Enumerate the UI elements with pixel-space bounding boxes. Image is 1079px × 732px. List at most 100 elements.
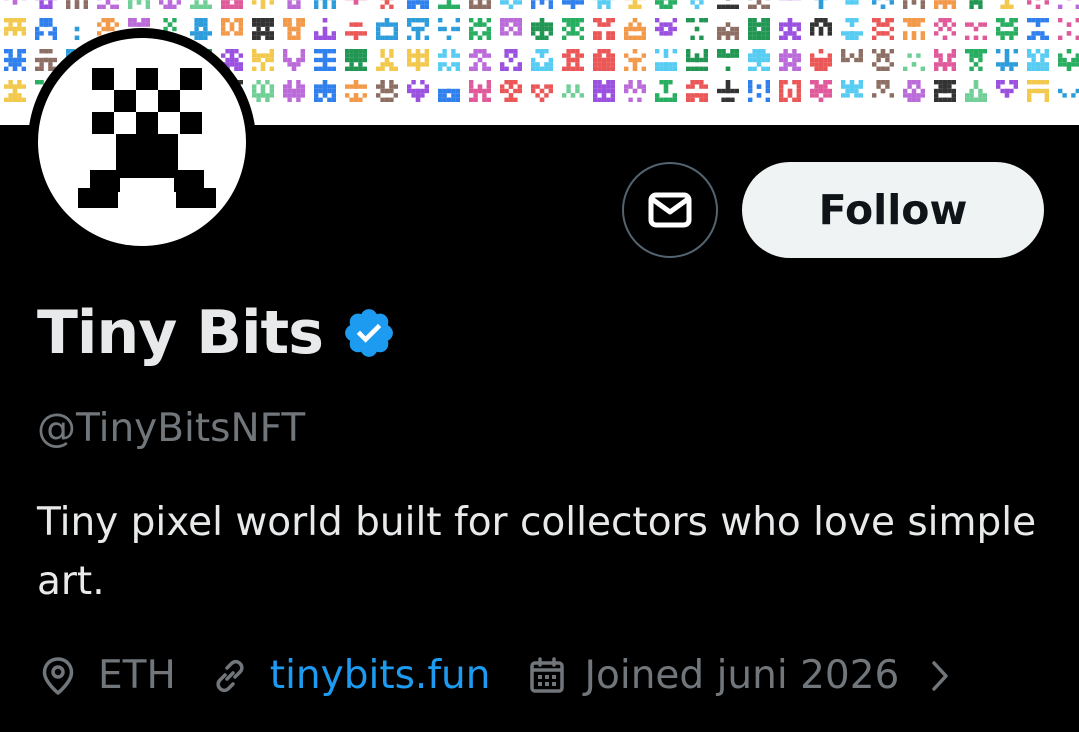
banner-sprite <box>35 18 57 40</box>
banner-sprite <box>1027 49 1049 71</box>
banner-sprite <box>438 49 460 71</box>
banner-sprite <box>407 80 429 102</box>
banner-sprite <box>717 49 739 71</box>
display-name: Tiny Bits <box>37 298 324 368</box>
banner-sprite <box>314 49 336 71</box>
joined-date: Joined juni 2026 <box>584 653 900 698</box>
banner-sprite <box>345 49 367 71</box>
banner-sprite <box>996 18 1018 40</box>
banner-sprite <box>996 49 1018 71</box>
website-item[interactable]: tinybits.fun <box>212 648 491 704</box>
banner-sprite <box>965 80 987 102</box>
banner-sprite <box>287 0 301 9</box>
calendar-icon <box>529 657 564 693</box>
location-pin-icon <box>42 657 74 695</box>
banner-sprite <box>159 0 181 9</box>
banner-sprite <box>717 80 739 102</box>
banner-sprite <box>655 49 677 71</box>
banner-sprite <box>35 0 57 9</box>
banner-sprite <box>717 0 739 9</box>
banner-sprite <box>531 84 553 102</box>
banner-sprite <box>965 49 987 71</box>
banner-sprite <box>438 0 460 9</box>
banner-sprite <box>748 49 770 71</box>
banner-sprite <box>624 0 646 9</box>
banner-sprite <box>872 80 894 98</box>
banner-sprite <box>221 18 243 36</box>
message-button[interactable] <box>622 162 718 258</box>
banner-sprite <box>97 0 119 9</box>
profile-bio: Tiny pixel world built for collectors wh… <box>37 500 1037 604</box>
banner-sprite <box>1058 49 1079 71</box>
banner-sprite <box>345 80 367 102</box>
banner-sprite <box>593 80 615 102</box>
banner-sprite <box>469 0 491 9</box>
follow-button[interactable]: Follow <box>742 162 1044 258</box>
banner-sprite <box>841 49 863 63</box>
banner-sprite <box>593 0 615 9</box>
banner-sprite <box>965 22 987 40</box>
banner-sprite <box>810 49 832 71</box>
banner-sprite <box>407 49 429 71</box>
banner-sprite <box>903 18 925 40</box>
banner-sprite <box>128 0 150 9</box>
verified-badge-icon[interactable] <box>341 305 397 361</box>
banner-sprite <box>252 80 274 102</box>
banner-sprite <box>469 18 491 40</box>
banner-sprite <box>283 18 305 40</box>
banner-sprite <box>841 80 863 98</box>
banner-sprite <box>438 18 460 40</box>
banner-sprite <box>593 18 615 40</box>
profile-header: Follow Tiny Bits @TinyBitsNFT Tiny pixel… <box>0 0 1079 732</box>
banner-sprite <box>407 18 429 40</box>
banner-sprite <box>934 49 956 71</box>
banner-sprite <box>686 80 708 102</box>
banner-sprite <box>872 0 894 9</box>
banner-sprite <box>531 49 553 71</box>
banner-sprite <box>283 80 305 102</box>
banner-sprite <box>624 80 646 102</box>
profile-avatar[interactable] <box>28 28 256 256</box>
banner-sprite <box>810 18 832 36</box>
banner-sprite <box>934 80 956 102</box>
banner-sprite <box>345 0 367 5</box>
website-link[interactable]: tinybits.fun <box>270 648 491 704</box>
banner-sprite <box>314 18 336 40</box>
banner-sprite <box>531 0 553 9</box>
banner-sprite <box>969 0 983 9</box>
banner-sprite <box>934 18 956 40</box>
banner-sprite <box>655 0 677 9</box>
banner-sprite <box>1027 80 1049 102</box>
banner-sprite <box>283 49 305 71</box>
banner-sprite <box>872 49 894 71</box>
banner-sprite <box>562 84 584 98</box>
banner-sprite <box>690 0 704 9</box>
location-text: ETH <box>98 653 176 698</box>
banner-sprite <box>1027 18 1049 40</box>
joined-item: Joined juni 2026 <box>529 648 900 704</box>
banner-sprite <box>872 18 894 40</box>
profile-meta-row: ETH tinybits.fun Joined juni 2026 <box>40 648 951 704</box>
banner-sprite <box>190 0 212 9</box>
banner-sprite <box>1058 88 1079 98</box>
banner-sprite <box>380 0 394 9</box>
banner-sprite <box>810 80 832 102</box>
banner-sprite <box>252 18 274 40</box>
banner-sprite <box>903 80 925 102</box>
banner-sprite <box>4 80 26 102</box>
banner-sprite <box>314 0 336 9</box>
banner-sprite <box>717 22 739 40</box>
banner-sprite <box>624 18 646 40</box>
banner-sprite <box>407 0 429 9</box>
banner-sprite <box>376 49 398 71</box>
chevron-right-icon[interactable] <box>929 658 951 694</box>
banner-sprite <box>686 49 708 71</box>
banner-sprite <box>500 80 522 102</box>
banner-sprite <box>4 18 26 36</box>
banner-sprite <box>1027 0 1049 9</box>
banner-sprite <box>1058 18 1079 40</box>
banner-sprite <box>903 53 925 71</box>
banner-sprite <box>469 80 491 102</box>
banner-sprite <box>314 80 336 102</box>
banner-sprite <box>500 49 522 71</box>
